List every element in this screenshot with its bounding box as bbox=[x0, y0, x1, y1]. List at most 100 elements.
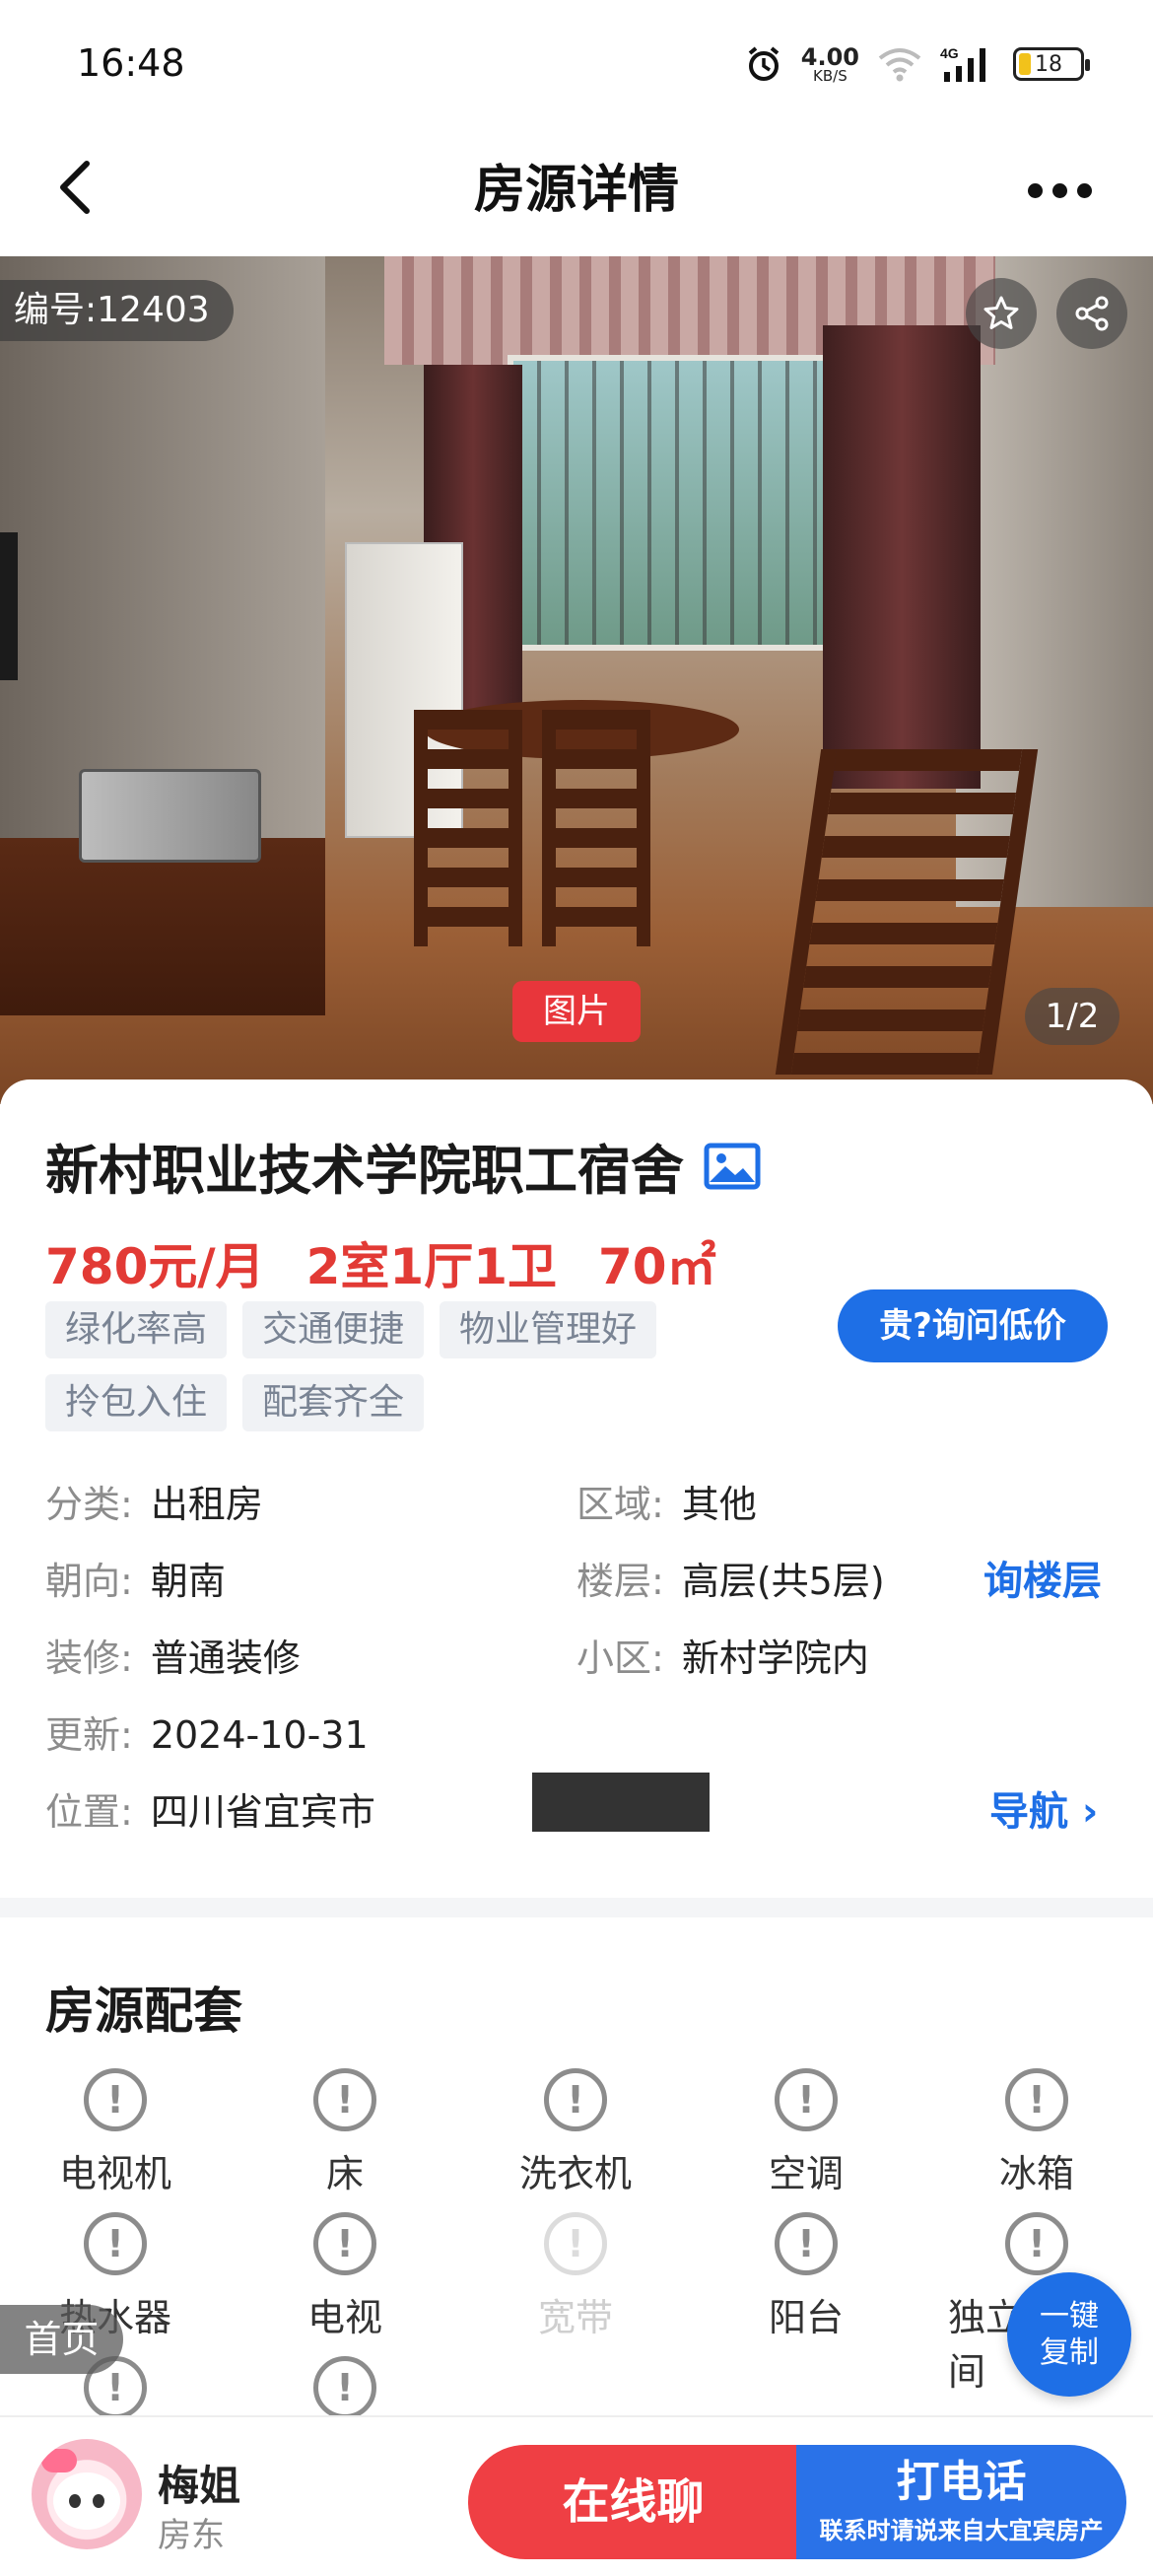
attr-label: 装修: bbox=[45, 1636, 133, 1680]
facility-label: 阳台 bbox=[768, 2296, 844, 2339]
attr-facing: 朝向: 朝南 bbox=[45, 1551, 226, 1605]
status-bar: 16:48 4.00 KB/S 4G 18 bbox=[0, 0, 1153, 128]
attr-label: 更新: bbox=[45, 1713, 133, 1757]
listing-id-badge: 编号:12403 bbox=[0, 280, 234, 341]
attr-region: 区域: 其他 bbox=[576, 1474, 757, 1528]
copy-label-line2: 复制 bbox=[1040, 2335, 1099, 2370]
facility-item: ! 电视机 bbox=[27, 2068, 204, 2197]
facilities-title: 房源配套 bbox=[45, 1983, 242, 2040]
alert-icon: ! bbox=[84, 2212, 147, 2275]
battery-icon: 18 bbox=[1013, 47, 1090, 81]
nav-bar: 房源详情 bbox=[0, 128, 1153, 256]
net-speed: 4.00 KB/S bbox=[801, 45, 859, 84]
facility-label: 空调 bbox=[768, 2152, 844, 2195]
star-icon bbox=[983, 296, 1019, 329]
photo-counter: 1/2 bbox=[1025, 988, 1119, 1045]
listing-info-card: 新村职业技术学院职工宿舍 780元/月 2室1厅1卫 70㎡ 绿化率高 交通便捷… bbox=[0, 1079, 1153, 1898]
alert-icon: ! bbox=[544, 2212, 607, 2275]
home-button[interactable]: 首页 bbox=[0, 2305, 123, 2374]
feature-tag: 拎包入住 bbox=[45, 1374, 228, 1431]
facility-label: 冰箱 bbox=[998, 2152, 1074, 2195]
more-dot-icon bbox=[1051, 182, 1067, 198]
favorite-button[interactable] bbox=[966, 278, 1037, 349]
status-icons: 4.00 KB/S 4G 18 bbox=[744, 39, 1090, 89]
alarm-icon bbox=[748, 46, 780, 81]
alert-icon: ! bbox=[1005, 2212, 1068, 2275]
image-icon[interactable] bbox=[704, 1143, 761, 1190]
alert-icon: ! bbox=[313, 2212, 376, 2275]
attr-updated: 更新: 2024-10-31 bbox=[45, 1705, 369, 1759]
attr-value: 新村学院内 bbox=[681, 1636, 869, 1680]
alert-icon: ! bbox=[313, 2356, 376, 2419]
more-dot-icon bbox=[1076, 182, 1092, 198]
attr-value: 其他 bbox=[681, 1483, 757, 1526]
section-divider bbox=[0, 1898, 1153, 1917]
redacted-address bbox=[532, 1773, 710, 1832]
alert-icon: ! bbox=[775, 2068, 838, 2131]
avatar[interactable] bbox=[32, 2439, 142, 2549]
facility-item: ! 电视 bbox=[256, 2212, 434, 2341]
call-label: 打电话 bbox=[896, 2457, 1027, 2508]
call-button[interactable]: 打电话 联系时请说来自大宜宾房产 bbox=[796, 2445, 1126, 2559]
price-row: 780元/月 2室1厅1卫 70㎡ bbox=[45, 1227, 716, 1298]
attr-value: 出租房 bbox=[150, 1483, 263, 1526]
attr-floor: 楼层: 高层(共5层) bbox=[576, 1551, 885, 1605]
attr-label: 小区: bbox=[576, 1636, 664, 1680]
facility-label: 宽带 bbox=[537, 2296, 613, 2339]
facility-item: ! 空调 bbox=[717, 2068, 895, 2197]
facility-item: ! 冰箱 bbox=[948, 2068, 1125, 2197]
alert-icon: ! bbox=[313, 2068, 376, 2131]
feature-tags: 绿化率高 交通便捷 物业管理好 拎包入住 配套齐全 bbox=[45, 1301, 696, 1431]
attr-value: 四川省宜宾市 bbox=[150, 1790, 375, 1834]
listing-photo[interactable] bbox=[0, 256, 1153, 1104]
attr-value: 高层(共5层) bbox=[681, 1560, 885, 1603]
attr-value: 朝南 bbox=[150, 1560, 226, 1603]
facility-item-unavailable: ! 宽带 bbox=[487, 2212, 664, 2341]
navigate-link[interactable]: 导航 › bbox=[989, 1779, 1098, 1837]
facility-item: ! bbox=[256, 2356, 434, 2419]
attr-label: 楼层: bbox=[576, 1560, 664, 1603]
alert-icon: ! bbox=[84, 2068, 147, 2131]
owner-name: 梅姐 bbox=[158, 2462, 241, 2510]
alert-icon: ! bbox=[775, 2212, 838, 2275]
facility-label: 床 bbox=[325, 2152, 364, 2195]
feature-tag: 物业管理好 bbox=[440, 1301, 657, 1358]
signal-icon: 4G bbox=[940, 45, 985, 82]
wifi-icon bbox=[878, 48, 921, 82]
facility-item: ! 阳台 bbox=[717, 2212, 895, 2341]
floor-area: 70㎡ bbox=[598, 1238, 716, 1295]
more-dot-icon bbox=[1027, 182, 1043, 198]
network-type: 4G bbox=[940, 45, 959, 61]
facility-label: 电视 bbox=[306, 2296, 382, 2339]
room-layout: 2室1厅1卫 bbox=[305, 1238, 558, 1295]
page-title: 房源详情 bbox=[473, 161, 679, 220]
ask-lower-price-button[interactable]: 贵?询问低价 bbox=[838, 1289, 1108, 1362]
call-hint: 联系时请说来自大宜宾房产 bbox=[819, 2516, 1104, 2544]
net-speed-value: 4.00 bbox=[800, 42, 859, 71]
rent-price: 780元/月 bbox=[45, 1238, 265, 1295]
alert-icon: ! bbox=[1005, 2068, 1068, 2131]
owner-role: 房东 bbox=[158, 2516, 225, 2555]
title-row: 新村职业技术学院职工宿舍 bbox=[45, 1127, 761, 1205]
photo-tab[interactable]: 图片 bbox=[512, 981, 641, 1042]
more-button[interactable] bbox=[1005, 156, 1114, 225]
copy-button[interactable]: 一键 复制 bbox=[1007, 2272, 1131, 2397]
facility-item: ! 床 bbox=[256, 2068, 434, 2197]
battery-level: 18 bbox=[1035, 51, 1062, 77]
copy-label-line1: 一键 bbox=[1040, 2298, 1099, 2333]
attr-value: 普通装修 bbox=[150, 1636, 301, 1680]
attr-label: 位置: bbox=[45, 1790, 133, 1834]
ask-floor-link[interactable]: 询楼层 bbox=[983, 1549, 1102, 1606]
status-time: 16:48 bbox=[77, 41, 185, 85]
share-button[interactable] bbox=[1056, 278, 1127, 349]
bottom-action-bar: 梅姐 房东 在线聊 打电话 联系时请说来自大宜宾房产 bbox=[0, 2415, 1153, 2576]
feature-tag: 交通便捷 bbox=[242, 1301, 425, 1358]
net-speed-unit: KB/S bbox=[813, 66, 848, 85]
facility-label: 电视机 bbox=[58, 2152, 171, 2195]
online-chat-button[interactable]: 在线聊 bbox=[468, 2445, 798, 2559]
attr-label: 区域: bbox=[576, 1483, 664, 1526]
alert-icon: ! bbox=[544, 2068, 607, 2131]
attr-value: 2024-10-31 bbox=[150, 1713, 369, 1757]
facility-item: ! 洗衣机 bbox=[487, 2068, 664, 2197]
attr-label: 分类: bbox=[45, 1483, 133, 1526]
